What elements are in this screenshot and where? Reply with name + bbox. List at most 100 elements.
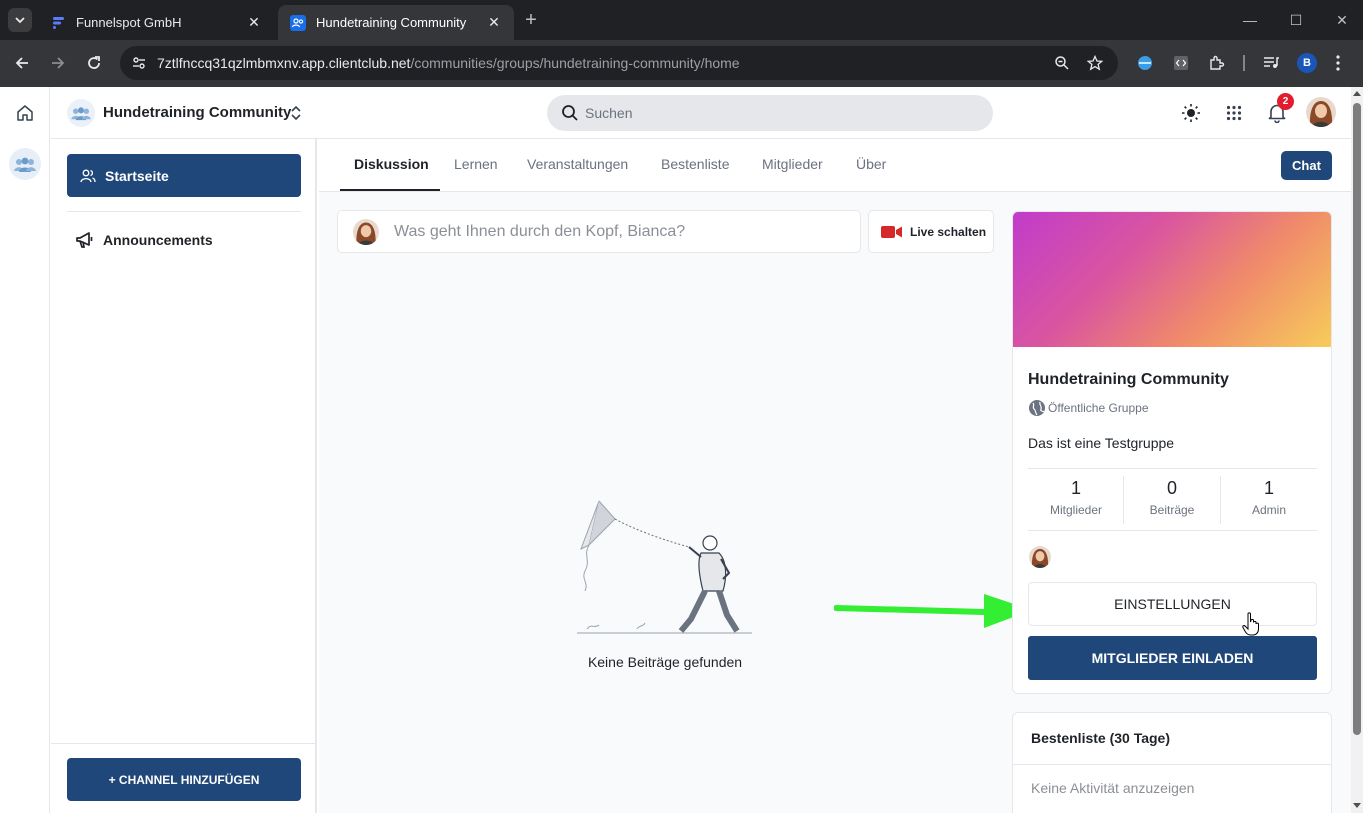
search-icon	[562, 105, 578, 121]
user-avatar	[353, 219, 379, 245]
minimize-icon[interactable]: —	[1240, 10, 1260, 30]
browser-tab-funnelspot[interactable]: Funnelspot GmbH ✕	[38, 5, 274, 40]
community-name[interactable]: Hundetraining Community	[103, 104, 291, 121]
close-icon[interactable]: ✕	[246, 14, 262, 31]
browser-menu-icon[interactable]	[1328, 53, 1348, 73]
sidebar-divider	[67, 211, 301, 212]
leaderboard-card: Bestenliste (30 Tage) Keine Aktivität an…	[1012, 712, 1332, 813]
sidebar-item-label: Startseite	[105, 167, 169, 184]
megaphone-icon	[75, 230, 95, 250]
browser-profile-avatar[interactable]: B	[1297, 53, 1317, 73]
channel-sidebar: Startseite Announcements + CHANNEL HINZU…	[51, 139, 317, 813]
community-favicon-icon	[290, 14, 306, 31]
toolbar-separator	[1234, 53, 1254, 73]
close-window-icon[interactable]: ✕	[1332, 10, 1352, 30]
tab-bestenliste[interactable]: Bestenliste	[661, 156, 729, 172]
divider	[1028, 468, 1317, 469]
scroll-up-icon[interactable]	[1353, 90, 1361, 98]
search-bar[interactable]	[547, 95, 993, 131]
stat-label: Mitglieder	[1049, 503, 1103, 517]
tab-ueber[interactable]: Über	[856, 156, 886, 172]
apps-grid-icon[interactable]	[1223, 102, 1245, 124]
extension-icon[interactable]	[1135, 53, 1155, 73]
site-settings-icon[interactable]	[130, 54, 148, 72]
group-type-label: Öffentliche Gruppe	[1048, 401, 1149, 415]
active-tab-indicator	[340, 189, 440, 191]
community-tabs: Diskussion Lernen Veranstaltungen Besten…	[319, 139, 1351, 192]
community-switch-avatar[interactable]	[9, 148, 41, 180]
tab-veranstaltungen[interactable]: Veranstaltungen	[527, 156, 628, 172]
tab-title: Funnelspot GmbH	[76, 15, 182, 30]
scrollbar-thumb[interactable]	[1353, 103, 1361, 735]
app-topbar: Hundetraining Community 2	[51, 87, 1351, 139]
empty-state-text: Keine Beiträge gefunden	[587, 654, 743, 670]
sidebar-divider	[51, 743, 315, 744]
new-tab-icon[interactable]: +	[520, 9, 542, 31]
stat-value: 0	[1166, 478, 1177, 498]
settings-button[interactable]: EINSTELLUNGEN	[1028, 582, 1317, 626]
tab-title: Hundetraining Community	[316, 15, 467, 30]
stat-label: Admin	[1251, 503, 1286, 517]
stat-posts[interactable]: 0 Beiträge	[1124, 478, 1220, 517]
post-composer[interactable]: Was geht Ihnen durch den Kopf, Bianca?	[337, 210, 861, 253]
forward-icon[interactable]	[47, 52, 69, 74]
group-icon	[14, 157, 36, 172]
browser-tabbar: Funnelspot GmbH ✕ Hundetraining Communit…	[0, 0, 1363, 40]
divider	[1013, 764, 1331, 765]
stat-members[interactable]: 1 Mitglieder	[1028, 478, 1124, 517]
chevron-up-down-icon[interactable]	[288, 101, 304, 125]
video-camera-icon	[881, 225, 902, 238]
left-rail	[0, 87, 50, 813]
maximize-icon[interactable]: ☐	[1286, 10, 1306, 30]
chevron-down-icon	[15, 17, 25, 24]
member-avatar[interactable]	[1029, 546, 1051, 568]
chat-button[interactable]: Chat	[1281, 151, 1332, 180]
go-live-button[interactable]: Live schalten	[868, 210, 994, 253]
url-host: 7ztlfnccq31qzlmbmxnv.app.clientclub.net	[157, 55, 411, 71]
puzzle-icon[interactable]	[1207, 53, 1227, 73]
group-cover-image	[1013, 212, 1331, 347]
composer-placeholder: Was geht Ihnen durch den Kopf, Bianca?	[394, 223, 686, 240]
users-icon	[79, 167, 97, 185]
scroll-down-icon[interactable]	[1353, 801, 1361, 809]
url-text: 7ztlfnccq31qzlmbmxnv.app.clientclub.net/…	[157, 55, 740, 71]
hand-pointer-icon	[1242, 612, 1259, 636]
leaderboard-title: Bestenliste (30 Tage)	[1031, 730, 1171, 746]
browser-tab-hundetraining[interactable]: Hundetraining Community ✕	[278, 5, 514, 40]
kite-illustration	[577, 500, 752, 634]
group-description: Das ist eine Testgruppe	[1028, 435, 1175, 451]
zoom-icon[interactable]	[1053, 54, 1071, 72]
page-scrollbar[interactable]	[1351, 87, 1363, 813]
back-icon[interactable]	[11, 52, 33, 74]
bookmark-star-icon[interactable]	[1086, 54, 1104, 72]
home-icon[interactable]	[14, 102, 36, 124]
dev-tools-extension-icon[interactable]	[1171, 53, 1191, 73]
reload-icon[interactable]	[83, 52, 105, 74]
tab-lernen[interactable]: Lernen	[454, 156, 498, 172]
close-icon[interactable]: ✕	[486, 14, 502, 31]
go-live-label: Live schalten	[910, 224, 987, 239]
tab-search-button[interactable]	[8, 8, 32, 32]
group-info-card: Hundetraining Community Öffentliche Grup…	[1012, 211, 1332, 694]
search-input[interactable]	[585, 95, 975, 131]
media-control-icon[interactable]	[1261, 53, 1281, 73]
stat-admins[interactable]: 1 Admin	[1221, 478, 1317, 517]
url-path: /communities/groups/hundetraining-commun…	[410, 55, 740, 71]
address-bar[interactable]: 7ztlfnccq31qzlmbmxnv.app.clientclub.net/…	[120, 46, 1118, 80]
group-title: Hundetraining Community	[1028, 371, 1229, 388]
stat-value: 1	[1263, 478, 1274, 498]
leaderboard-empty-text: Keine Aktivität anzuzeigen	[1031, 780, 1195, 796]
add-channel-button[interactable]: + CHANNEL HINZUFÜGEN	[67, 758, 301, 801]
notification-badge: 2	[1277, 93, 1294, 110]
sidebar-item-announcements[interactable]: Announcements	[75, 229, 213, 251]
community-avatar	[67, 99, 95, 127]
tab-mitglieder[interactable]: Mitglieder	[762, 156, 823, 172]
user-avatar[interactable]	[1306, 97, 1336, 127]
theme-sun-icon[interactable]	[1180, 102, 1202, 124]
sidebar-item-startseite[interactable]: Startseite	[67, 154, 301, 197]
funnelspot-favicon-icon	[50, 15, 66, 31]
browser-toolbar: 7ztlfnccq31qzlmbmxnv.app.clientclub.net/…	[0, 40, 1363, 87]
invite-members-button[interactable]: MITGLIEDER EINLADEN	[1028, 636, 1317, 680]
annotation-arrow-icon	[834, 594, 1032, 628]
tab-diskussion[interactable]: Diskussion	[354, 156, 429, 172]
